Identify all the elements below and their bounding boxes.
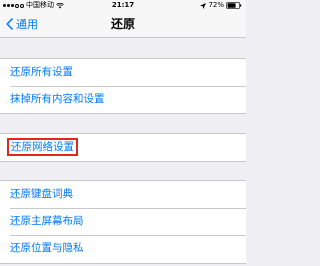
back-label: 通用 xyxy=(16,18,38,31)
reset-home-screen-layout-row[interactable]: 还原主屏幕布局 xyxy=(0,208,246,235)
reset-all-settings-label: 还原所有设置 xyxy=(10,66,73,78)
status-right: 72% xyxy=(200,1,242,10)
reset-location-privacy-row[interactable]: 还原位置与隐私 xyxy=(0,235,246,262)
reset-location-privacy-label: 还原位置与隐私 xyxy=(10,242,84,254)
chevron-left-icon xyxy=(6,18,13,30)
reset-home-screen-layout-label: 还原主屏幕布局 xyxy=(10,215,84,227)
reset-network-settings-label: 还原网络设置 xyxy=(7,138,78,156)
reset-group-3: 还原键盘词典 还原主屏幕布局 还原位置与隐私 xyxy=(0,180,246,264)
back-button[interactable]: 通用 xyxy=(6,11,38,37)
reset-all-settings-row[interactable]: 还原所有设置 xyxy=(0,59,246,86)
reset-group-1: 还原所有设置 抹掉所有内容和设置 xyxy=(0,58,246,114)
reset-network-settings-row[interactable]: 还原网络设置 xyxy=(0,134,246,161)
status-bar: 中国移动 21:17 72% xyxy=(0,0,246,11)
navigation-bar: 通用 还原 xyxy=(0,11,246,38)
reset-keyboard-dictionary-row[interactable]: 还原键盘词典 xyxy=(0,181,246,208)
erase-all-content-row[interactable]: 抹掉所有内容和设置 xyxy=(0,86,246,113)
location-icon xyxy=(200,2,207,9)
battery-icon xyxy=(226,2,242,9)
reset-group-2: 还原网络设置 xyxy=(0,133,246,162)
battery-percent: 72% xyxy=(208,1,224,9)
reset-keyboard-dictionary-label: 还原键盘词典 xyxy=(10,188,73,200)
erase-all-content-label: 抹掉所有内容和设置 xyxy=(10,93,105,105)
